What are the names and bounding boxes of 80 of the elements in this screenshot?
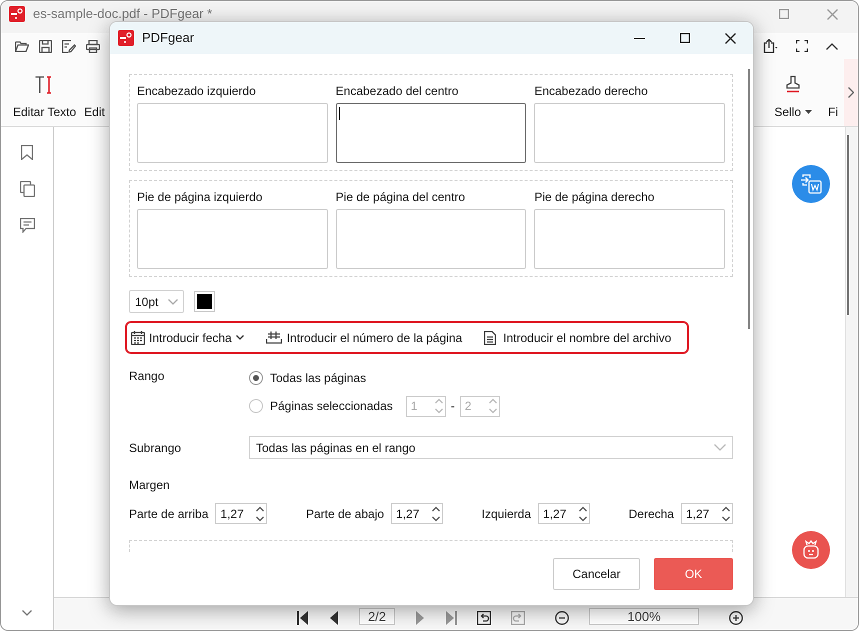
spinner-arrows-icon xyxy=(434,398,443,414)
edit-document-icon[interactable] xyxy=(62,40,76,52)
next-page-icon[interactable] xyxy=(415,611,425,625)
chevron-up-icon[interactable] xyxy=(826,42,838,50)
insert-button[interactable]: Introducir el nombre del archivo xyxy=(484,328,672,346)
field-label: Encabezado izquierdo xyxy=(137,84,257,99)
section-label: Subrango xyxy=(129,440,182,456)
number-field[interactable]: 1,27 xyxy=(215,503,268,524)
dialog-title: PDFgear xyxy=(142,29,194,48)
hash-icon xyxy=(266,331,282,344)
chevron-down-icon[interactable] xyxy=(22,610,32,616)
save-icon[interactable] xyxy=(39,40,52,52)
rotate-left-icon[interactable] xyxy=(477,611,491,625)
scrollbar-thumb[interactable] xyxy=(847,135,849,315)
open-folder-icon[interactable] xyxy=(15,40,29,52)
insert-button[interactable]: Introducir el número de la página xyxy=(266,328,462,346)
close-icon[interactable] xyxy=(725,32,736,44)
range-separator: - xyxy=(450,398,455,415)
app-logo-icon xyxy=(118,30,134,46)
radio-label: Todas las páginas xyxy=(270,370,366,387)
spinner-arrows-icon xyxy=(432,506,440,522)
spinner-arrows-icon xyxy=(488,398,497,414)
caret-down-icon xyxy=(805,110,812,114)
stamp-icon xyxy=(784,74,802,94)
number-field[interactable]: 1,27 xyxy=(680,503,733,524)
number-field[interactable]: 1,27 xyxy=(391,503,444,524)
last-page-icon[interactable] xyxy=(445,611,457,625)
chevron-down-icon xyxy=(236,335,244,340)
spinner-arrows-icon xyxy=(722,506,730,522)
fullscreen-icon[interactable] xyxy=(796,40,808,52)
radio-button[interactable] xyxy=(249,371,263,385)
number-field[interactable]: 1,27 xyxy=(538,503,590,524)
radio-label: Páginas seleccionadas xyxy=(270,398,393,415)
field-label: Izquierda xyxy=(482,506,532,522)
spinner-arrows-icon xyxy=(256,506,264,522)
ribbon-button[interactable]: Fi xyxy=(828,64,838,120)
zoom-in-icon[interactable] xyxy=(729,611,743,625)
section-label: Margen xyxy=(129,478,170,493)
chevron-down-icon xyxy=(168,298,178,304)
document-icon xyxy=(484,330,496,344)
file-convert-icon xyxy=(800,174,822,194)
subrange-dropdown[interactable]: Todas las páginas en el rango xyxy=(249,436,733,459)
chevron-right-icon[interactable] xyxy=(848,87,854,98)
field-label: Pie de página del centro xyxy=(336,190,466,205)
field-label: Pie de página derecho xyxy=(534,190,656,205)
cancel-button[interactable]: Cancelar xyxy=(553,558,640,590)
calendar-icon xyxy=(131,330,145,344)
maximize-icon[interactable] xyxy=(680,33,690,43)
app-logo-icon xyxy=(9,6,25,22)
radio-button[interactable] xyxy=(249,399,263,413)
field-label: Pie de página izquierdo xyxy=(137,190,264,205)
previous-page-icon[interactable] xyxy=(329,611,339,625)
color-picker-button[interactable] xyxy=(194,291,215,312)
share-icon[interactable] xyxy=(762,39,778,53)
field-label: Encabezado derecho xyxy=(534,84,649,99)
ribbon-button[interactable]: Sello xyxy=(774,64,812,120)
section-label: Rango xyxy=(129,368,166,385)
field-label: Parte de arriba xyxy=(129,506,208,522)
first-page-icon[interactable] xyxy=(297,611,309,625)
chevron-down-icon xyxy=(714,444,726,451)
font-size-dropdown[interactable]: 10pt xyxy=(129,290,184,313)
zoom-out-icon[interactable] xyxy=(555,611,569,625)
zoom-field[interactable]: 100% xyxy=(589,608,699,625)
field-label: Derecha xyxy=(628,506,674,522)
text-area[interactable] xyxy=(336,103,526,163)
rotate-right-icon[interactable] xyxy=(511,611,525,625)
bookmark-icon[interactable] xyxy=(21,145,33,160)
pages-icon[interactable] xyxy=(20,181,34,197)
insert-button[interactable]: Introducir fecha xyxy=(131,328,244,346)
print-icon[interactable] xyxy=(86,40,100,52)
field-label: Parte de abajo xyxy=(306,506,384,522)
spinner-arrows-icon xyxy=(579,506,588,522)
scrollbar-thumb[interactable] xyxy=(748,69,750,329)
robot-icon xyxy=(801,540,821,560)
window-title: es-sample-doc.pdf - PDFgear * xyxy=(33,6,212,21)
ribbon-button[interactable]: Edit xyxy=(84,64,105,120)
ribbon-button[interactable]: Editar Texto xyxy=(1,64,84,120)
page-number-field[interactable]: 2/2 xyxy=(359,608,395,625)
comment-icon[interactable] xyxy=(20,218,34,233)
field-label: Encabezado del centro xyxy=(336,84,460,99)
